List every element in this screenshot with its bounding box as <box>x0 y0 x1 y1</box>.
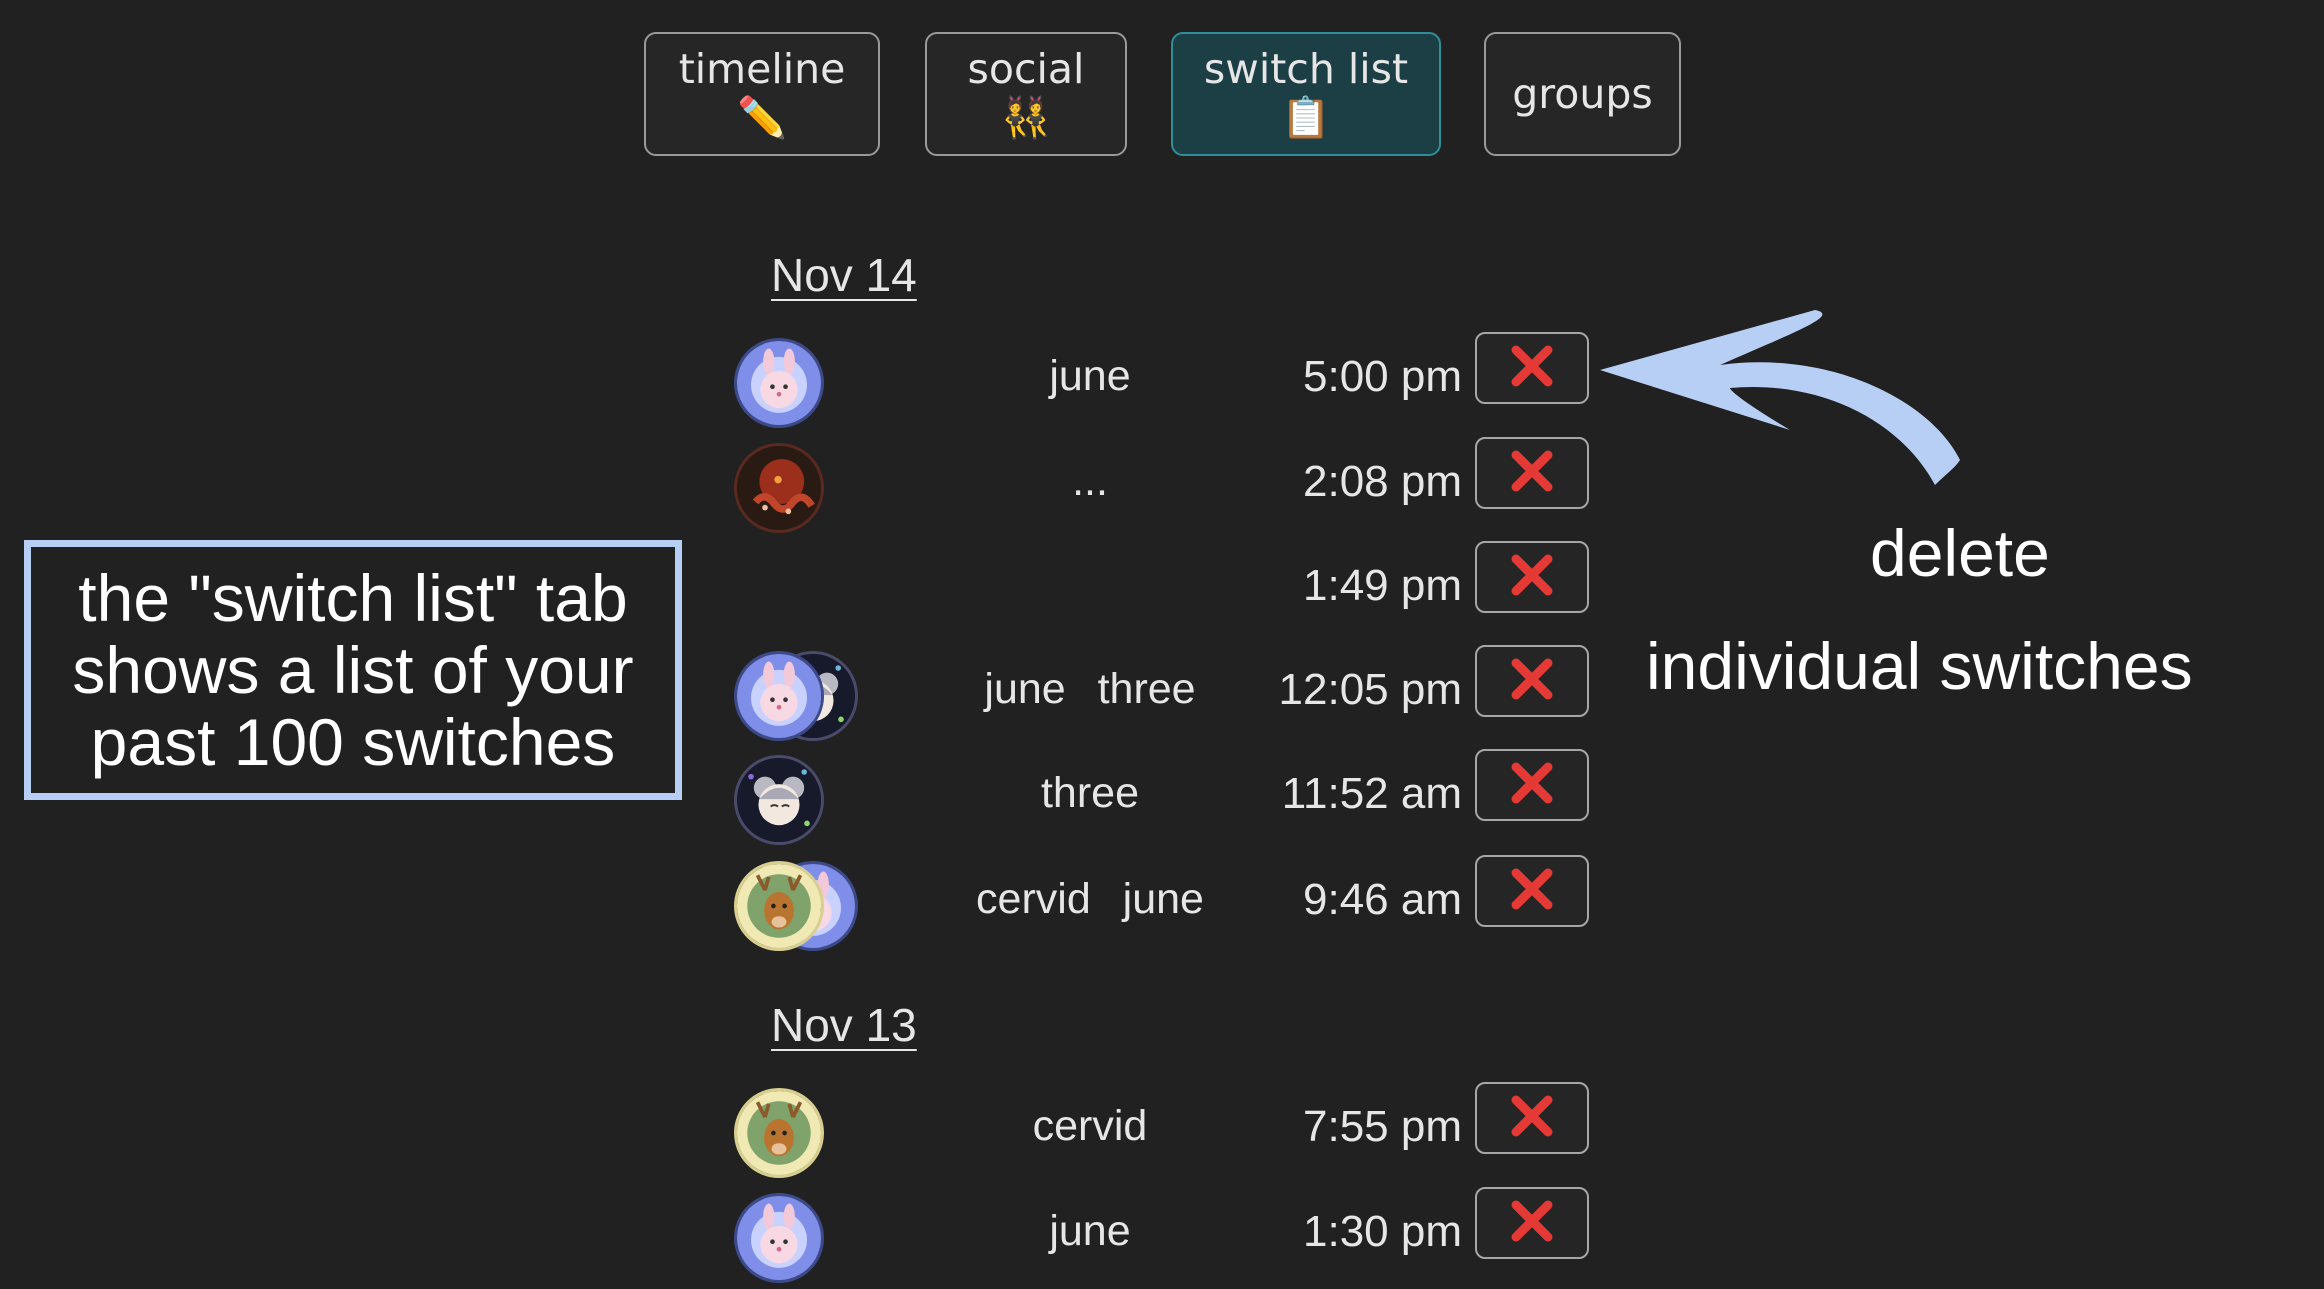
tab-label: timeline <box>678 45 846 93</box>
tab-bar: timeline ✏️ social 👯 switch list 📋 group… <box>0 0 2324 170</box>
avatar-group <box>734 1193 874 1289</box>
switch-time: 11:52 am <box>1281 769 1462 818</box>
avatar-deer[interactable] <box>734 861 824 951</box>
avatar-group <box>734 1088 874 1184</box>
callout-line: shows a list of your <box>72 633 634 707</box>
switch-time: 2:08 pm <box>1303 457 1462 506</box>
date-header: Nov 14 <box>771 249 917 301</box>
curved-arrow-icon <box>1600 310 1960 485</box>
red-x-icon <box>1509 760 1555 811</box>
avatar-mouse-girl[interactable] <box>734 755 824 845</box>
switch-time: 5:00 pm <box>1303 352 1462 401</box>
member-names: cervid june <box>976 875 1204 923</box>
member-names: june <box>1049 352 1131 400</box>
delete-switch-button[interactable] <box>1475 749 1589 821</box>
switch-time: 12:05 pm <box>1278 665 1462 714</box>
tab-switch-list[interactable]: switch list 📋 <box>1171 32 1441 156</box>
callout-box: the "switch list" tab shows a list of yo… <box>24 540 682 800</box>
tab-label: switch list <box>1203 45 1409 93</box>
switch-row: cervid 7:55 pm <box>730 1082 1590 1184</box>
switch-time: 1:30 pm <box>1303 1207 1462 1256</box>
delete-switch-button[interactable] <box>1475 1082 1589 1154</box>
tab-label: groups <box>1512 70 1653 118</box>
delete-switch-button[interactable] <box>1475 1187 1589 1259</box>
red-x-icon <box>1509 1198 1555 1249</box>
member-names: three <box>1040 769 1139 817</box>
avatar-group <box>734 547 874 643</box>
delete-switch-button[interactable] <box>1475 855 1589 927</box>
switch-row: 1:49 pm <box>730 541 1590 643</box>
delete-switch-button[interactable] <box>1475 437 1589 509</box>
tab-groups[interactable]: groups <box>1484 32 1681 156</box>
tab-timeline[interactable]: timeline ✏️ <box>644 32 880 156</box>
avatar-group <box>734 861 874 957</box>
member-names: june three <box>984 665 1196 713</box>
switch-row: three 11:52 am <box>730 749 1590 851</box>
switch-time: 7:55 pm <box>1303 1102 1462 1151</box>
member-names: june <box>1049 1207 1131 1255</box>
red-x-icon <box>1509 448 1555 499</box>
red-x-icon <box>1509 552 1555 603</box>
avatar-bunny[interactable] <box>734 651 824 741</box>
avatar-group <box>734 755 874 851</box>
red-x-icon <box>1509 866 1555 917</box>
avatar-group <box>734 443 874 539</box>
date-header: Nov 13 <box>771 999 917 1051</box>
switch-row: june three 12:05 pm <box>730 645 1590 747</box>
switch-row: june 5:00 pm <box>730 332 1590 434</box>
tab-label: social <box>967 45 1085 93</box>
avatar-bunny[interactable] <box>734 338 824 428</box>
delete-switch-button[interactable] <box>1475 541 1589 613</box>
avatar-group <box>734 338 874 434</box>
red-x-icon <box>1509 343 1555 394</box>
callout-text: the "switch list" tab shows a list of yo… <box>72 562 633 778</box>
red-x-icon <box>1509 656 1555 707</box>
switch-row: cervid june 9:46 am <box>730 855 1590 957</box>
red-x-icon <box>1509 1093 1555 1144</box>
switch-time: 1:49 pm <box>1303 561 1462 610</box>
avatar-octopus[interactable] <box>734 443 824 533</box>
avatar-deer[interactable] <box>734 1088 824 1178</box>
annotation-text: delete <box>1870 516 2050 590</box>
clipboard-icon: 📋 <box>1281 95 1331 141</box>
switch-row: ... 2:08 pm <box>730 437 1590 539</box>
switch-row: june 1:30 pm <box>730 1187 1590 1289</box>
member-names: ... <box>1072 457 1108 505</box>
avatar-group <box>734 651 874 747</box>
callout-line: past 100 switches <box>90 705 616 779</box>
pencil-icon: ✏️ <box>737 95 787 141</box>
callout-line: the "switch list" tab <box>78 561 628 635</box>
tab-social[interactable]: social 👯 <box>925 32 1127 156</box>
delete-switch-button[interactable] <box>1475 645 1589 717</box>
dancers-icon: 👯 <box>1001 95 1051 141</box>
switch-time: 9:46 am <box>1303 875 1462 924</box>
avatar-bunny[interactable] <box>734 1193 824 1283</box>
annotation-text: individual switches <box>1646 629 2193 703</box>
delete-switch-button[interactable] <box>1475 332 1589 404</box>
member-names: cervid <box>1032 1102 1148 1150</box>
